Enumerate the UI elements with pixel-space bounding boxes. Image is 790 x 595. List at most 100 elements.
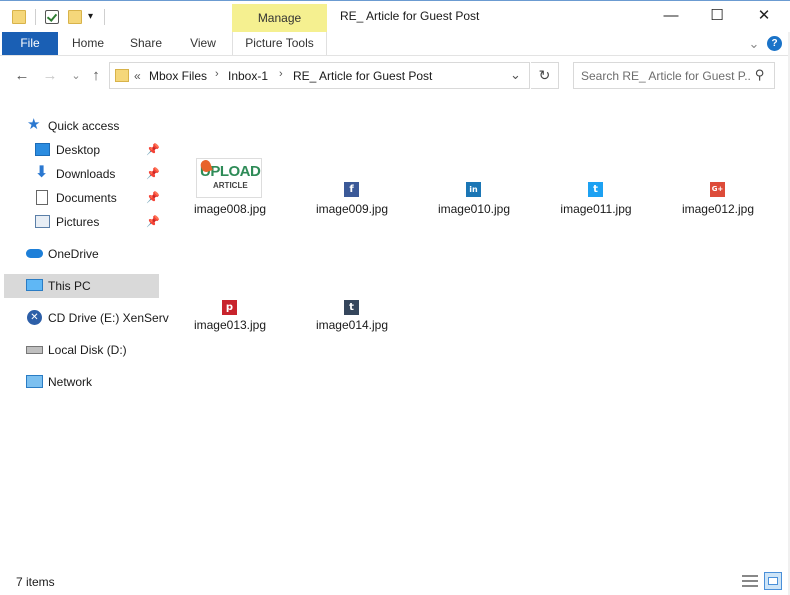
tab-manage[interactable]: Manage	[232, 4, 327, 32]
sidebar-item-desktop[interactable]: Desktop 📌	[4, 138, 160, 162]
tab-home[interactable]: Home	[66, 32, 110, 55]
thumbnail: f	[302, 158, 402, 202]
desktop-icon	[35, 143, 50, 156]
sidebar-item-label: Documents	[56, 191, 117, 205]
tumblr-icon: t	[344, 300, 359, 315]
status-item-count: 7 items	[16, 575, 55, 589]
cloud-icon	[26, 249, 43, 258]
sidebar-item-documents[interactable]: Documents 📌	[4, 186, 160, 210]
recent-locations-button[interactable]: ⌄	[66, 66, 86, 86]
network-icon	[26, 375, 43, 388]
pin-icon[interactable]: 📌	[146, 215, 160, 228]
pin-icon[interactable]: 📌	[146, 143, 160, 156]
file-item-image014[interactable]: t image014.jpg	[302, 274, 402, 338]
tab-picture-tools[interactable]: Picture Tools	[232, 32, 327, 55]
breadcrumb-separator[interactable]: ›	[279, 68, 283, 80]
facebook-icon: f	[344, 182, 359, 197]
file-name: image009.jpg	[315, 202, 389, 216]
new-folder-icon[interactable]	[68, 10, 82, 24]
refresh-button[interactable]: ↻	[531, 62, 559, 89]
file-list: UPLOAD ARTICLE image008.jpg f image009.j…	[180, 158, 780, 358]
tab-share[interactable]: Share	[124, 32, 168, 55]
search-icon[interactable]: ⚲	[755, 67, 765, 83]
star-icon: ★	[27, 116, 41, 133]
file-item-image013[interactable]: p image013.jpg	[180, 274, 280, 338]
sidebar-item-label: Pictures	[56, 215, 100, 229]
sidebar-item-network[interactable]: Network	[4, 370, 159, 394]
expand-ribbon-icon[interactable]: ⌄	[746, 32, 762, 55]
sidebar-item-label: Quick access	[48, 119, 120, 133]
file-name: image013.jpg	[193, 318, 267, 332]
up-button[interactable]: ↑	[86, 66, 106, 86]
thumbnail: t	[546, 158, 646, 202]
sidebar-item-label: Local Disk (D:)	[48, 343, 127, 357]
sidebar-item-quick-access[interactable]: ★ Quick access	[4, 114, 159, 138]
customize-quick-access-icon[interactable]: ▾	[88, 11, 93, 22]
file-item-image009[interactable]: f image009.jpg	[302, 158, 402, 222]
file-item-image012[interactable]: G+ image012.jpg	[668, 158, 768, 222]
tab-file[interactable]: File	[2, 32, 58, 55]
computer-icon	[26, 279, 43, 291]
properties-icon[interactable]	[45, 10, 59, 24]
upload-article-logo: UPLOAD ARTICLE	[196, 158, 262, 198]
window-title: RE_ Article for Guest Post	[340, 9, 480, 23]
forward-button[interactable]: →	[40, 66, 60, 86]
thumbnail: t	[302, 274, 402, 318]
thumbnail: UPLOAD ARTICLE	[180, 158, 280, 202]
thumbnail: p	[180, 274, 280, 318]
help-icon[interactable]: ?	[767, 36, 782, 51]
close-button[interactable]: ✕	[741, 0, 787, 32]
linkedin-icon: in	[466, 182, 481, 197]
search-box[interactable]: ⚲	[573, 62, 775, 89]
quick-access-separator	[104, 9, 105, 25]
navigation-pane: ★ Quick access Desktop 📌 ⬇ Downloads 📌 D…	[0, 110, 169, 410]
folder-icon[interactable]	[12, 10, 26, 24]
file-item-image010[interactable]: in image010.jpg	[424, 158, 524, 222]
sidebar-item-pictures[interactable]: Pictures 📌	[4, 210, 160, 234]
quick-access-separator	[35, 9, 36, 25]
ribbon: File Home Share View Picture Tools ⌄ ?	[0, 32, 790, 56]
tab-view[interactable]: View	[183, 32, 223, 55]
sidebar-item-label: This PC	[48, 279, 91, 293]
breadcrumb-overflow[interactable]: «	[134, 69, 141, 83]
file-name: image011.jpg	[560, 202, 632, 216]
disk-icon	[26, 346, 43, 354]
large-icons-view-icon[interactable]	[764, 572, 782, 590]
pictures-icon	[35, 215, 50, 228]
sidebar-item-this-pc[interactable]: This PC	[4, 274, 159, 298]
download-icon: ⬇	[35, 164, 49, 181]
file-item-image011[interactable]: t image011.jpg	[546, 158, 646, 222]
sidebar-item-label: CD Drive (E:) XenServ	[48, 311, 169, 325]
pin-icon[interactable]: 📌	[146, 191, 160, 204]
sidebar-item-label: OneDrive	[48, 247, 99, 261]
search-input[interactable]	[581, 67, 751, 84]
logo-subtext: ARTICLE	[213, 181, 248, 190]
file-name: image010.jpg	[437, 202, 511, 216]
details-view-icon[interactable]	[742, 574, 758, 588]
breadcrumb-current-folder[interactable]: RE_ Article for Guest Post	[293, 69, 432, 83]
minimize-button[interactable]: —	[648, 0, 694, 32]
twitter-icon: t	[588, 182, 603, 197]
file-item-image008[interactable]: UPLOAD ARTICLE image008.jpg	[180, 158, 280, 222]
thumbnail: G+	[668, 158, 768, 202]
breadcrumb-separator[interactable]: ›	[215, 68, 219, 80]
sidebar-item-label: Network	[48, 375, 93, 389]
breadcrumb-inbox-1[interactable]: Inbox-1	[228, 69, 268, 83]
back-button[interactable]: ←	[12, 66, 32, 86]
sidebar-item-label: Desktop	[56, 143, 101, 157]
file-name: image008.jpg	[193, 202, 267, 216]
address-dropdown-icon[interactable]: ⌄	[510, 67, 521, 83]
google-plus-icon: G+	[710, 182, 725, 197]
document-icon	[36, 190, 48, 205]
thumbnail: in	[424, 158, 524, 202]
address-bar[interactable]: « Mbox Files › Inbox-1 › RE_ Article for…	[109, 62, 530, 89]
sidebar-item-local-disk[interactable]: Local Disk (D:)	[4, 338, 159, 362]
sidebar-item-downloads[interactable]: ⬇ Downloads 📌	[4, 162, 160, 186]
pin-icon[interactable]: 📌	[146, 167, 160, 180]
sidebar-item-onedrive[interactable]: OneDrive	[4, 242, 159, 266]
folder-icon	[115, 69, 129, 82]
sidebar-item-cd-drive[interactable]: ✕ CD Drive (E:) XenServ	[4, 306, 169, 330]
breadcrumb-mbox-files[interactable]: Mbox Files	[149, 69, 207, 83]
pinterest-icon: p	[222, 300, 237, 315]
maximize-button[interactable]: ☐	[694, 0, 740, 32]
